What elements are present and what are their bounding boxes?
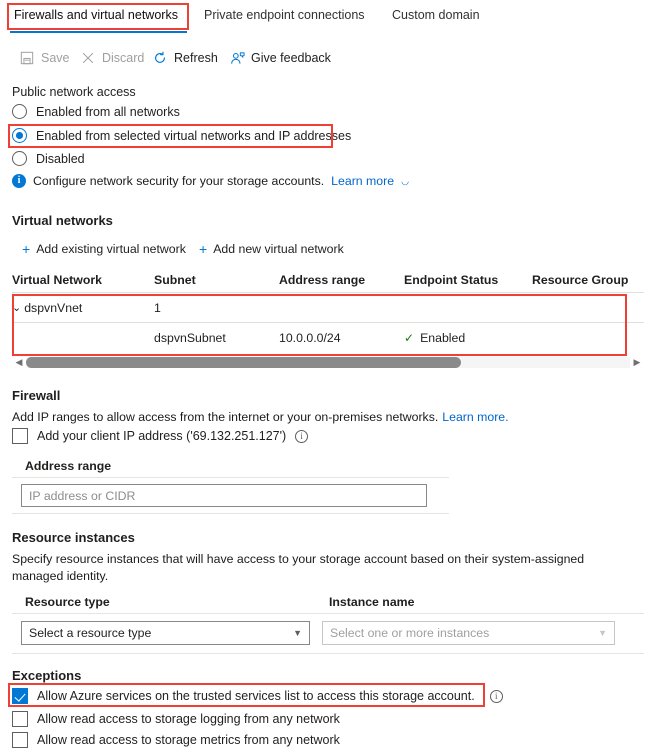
resource-instances-divider-bottom: [12, 653, 644, 654]
info-outline-icon[interactable]: i: [295, 429, 309, 443]
radio-label-selected-networks: Enabled from selected virtual networks a…: [36, 128, 352, 143]
cell-address-range: 10.0.0.0/24: [279, 330, 341, 345]
save-label: Save: [41, 51, 70, 65]
radio-label-all-networks: Enabled from all networks: [36, 104, 180, 119]
exception-allow-azure-services-row[interactable]: Allow Azure services on the trusted serv…: [12, 688, 503, 704]
add-new-virtual-network-button[interactable]: + Add new virtual network: [199, 242, 344, 256]
allow-azure-services-label: Allow Azure services on the trusted serv…: [37, 689, 475, 703]
instance-name-label: Instance name: [329, 595, 415, 609]
resource-type-label: Resource type: [25, 595, 110, 609]
give-feedback-label: Give feedback: [251, 51, 331, 65]
allow-azure-services-checkbox[interactable]: [12, 688, 28, 704]
add-existing-virtual-network-button[interactable]: + Add existing virtual network: [22, 242, 186, 256]
radio-enabled-from-all-networks[interactable]: Enabled from all networks: [12, 104, 180, 119]
resource-instances-title: Resource instances: [12, 530, 135, 545]
network-security-info-banner: i Configure network security for your st…: [12, 174, 409, 188]
give-feedback-button[interactable]: Give feedback: [229, 45, 331, 71]
resource-instances-description: Specify resource instances that will hav…: [12, 552, 585, 583]
exception-allow-logging-read-row[interactable]: Allow read access to storage logging fro…: [12, 711, 340, 727]
cell-virtual-network: dspvnVnet: [24, 300, 83, 315]
allow-logging-read-label: Allow read access to storage logging fro…: [37, 712, 340, 726]
refresh-icon: [152, 50, 168, 66]
column-header-address-range: Address range: [279, 273, 366, 287]
table-row[interactable]: ⌄ dspvnVnet 1: [12, 293, 644, 322]
resource-instances-divider-top: [12, 613, 644, 614]
chevron-down-icon: ▼: [293, 628, 302, 638]
chevron-down-icon: ▼: [598, 628, 607, 638]
refresh-button[interactable]: Refresh: [152, 45, 218, 71]
virtual-networks-title: Virtual networks: [12, 213, 113, 228]
add-new-virtual-network-label: Add new virtual network: [213, 242, 344, 256]
firewall-description: Add IP ranges to allow access from the i…: [12, 410, 509, 424]
scroll-right-arrow-icon[interactable]: ▶: [630, 357, 644, 368]
radio-circle-selected-networks[interactable]: [12, 128, 27, 143]
exception-allow-metrics-read-row[interactable]: Allow read access to storage metrics fro…: [12, 732, 340, 748]
allow-metrics-read-label: Allow read access to storage metrics fro…: [37, 733, 340, 747]
command-bar: Save Discard Refresh Give feedback: [0, 45, 656, 73]
firewalls-and-virtual-networks-page: Firewalls and virtual networks Private e…: [0, 0, 656, 753]
save-icon: [19, 50, 35, 66]
table-row[interactable]: dspvnSubnet 10.0.0.0/24 ✓ Enabled: [12, 322, 644, 352]
cell-subnet-count: 1: [154, 300, 161, 315]
tab-bar: Firewalls and virtual networks Private e…: [0, 0, 656, 33]
close-icon: [80, 50, 96, 66]
tab-custom-domain[interactable]: Custom domain: [388, 6, 484, 24]
add-client-ip-checkbox-row[interactable]: Add your client IP address ('69.132.251.…: [12, 428, 309, 444]
radio-circle-disabled[interactable]: [12, 151, 27, 166]
firewall-description-text: Add IP ranges to allow access from the i…: [12, 410, 439, 424]
plus-icon: +: [22, 241, 31, 257]
add-client-ip-checkbox[interactable]: [12, 428, 28, 444]
resource-type-value: Select a resource type: [29, 626, 152, 640]
resource-type-dropdown[interactable]: Select a resource type ▼: [21, 621, 310, 645]
info-circle-icon: i: [12, 174, 26, 188]
add-client-ip-label: Add your client IP address ('69.132.251.…: [37, 429, 287, 443]
allow-metrics-read-checkbox[interactable]: [12, 732, 28, 748]
exceptions-title: Exceptions: [12, 668, 82, 683]
discard-label: Discard: [102, 51, 145, 65]
plus-icon: +: [199, 241, 208, 257]
network-security-learn-more-link[interactable]: Learn more: [331, 174, 394, 188]
chevron-down-icon[interactable]: ⌄: [12, 301, 21, 314]
tab-firewalls-and-virtual-networks[interactable]: Firewalls and virtual networks: [10, 6, 182, 24]
tab-private-endpoint-connections[interactable]: Private endpoint connections: [200, 6, 369, 24]
scrollbar-track[interactable]: [26, 356, 630, 368]
firewall-learn-more-link[interactable]: Learn more.: [442, 410, 508, 424]
scrollbar-thumb[interactable]: [26, 356, 461, 368]
cell-endpoint-status: Enabled: [420, 330, 466, 345]
public-network-access-title: Public network access: [12, 85, 136, 99]
info-outline-icon[interactable]: i: [489, 689, 503, 703]
radio-disabled[interactable]: Disabled: [12, 151, 85, 166]
cell-subnet: dspvnSubnet: [154, 330, 226, 345]
column-header-resource-group: Resource Group: [532, 273, 629, 287]
network-security-info-text: Configure network security for your stor…: [33, 174, 325, 188]
active-tab-underline: [10, 31, 187, 33]
address-range-input[interactable]: [21, 484, 427, 507]
firewall-title: Firewall: [12, 388, 61, 403]
instance-name-dropdown[interactable]: Select one or more instances ▼: [322, 621, 615, 645]
scroll-left-arrow-icon[interactable]: ◀: [12, 357, 26, 368]
address-range-label: Address range: [25, 459, 112, 473]
checkmark-icon: ✓: [404, 330, 415, 345]
address-range-divider-top: [12, 477, 449, 478]
refresh-label: Refresh: [174, 51, 218, 65]
radio-circle-all-networks[interactable]: [12, 104, 27, 119]
column-header-endpoint-status: Endpoint Status: [404, 273, 499, 287]
save-button[interactable]: Save: [19, 45, 70, 71]
table-horizontal-scrollbar[interactable]: ◀ ▶: [12, 355, 644, 369]
add-existing-virtual-network-label: Add existing virtual network: [36, 242, 186, 256]
radio-label-disabled: Disabled: [36, 151, 85, 166]
virtual-networks-table: Virtual Network Subnet Address range End…: [12, 268, 644, 352]
address-range-divider-bottom: [12, 513, 449, 514]
discard-button[interactable]: Discard: [80, 45, 144, 71]
column-header-subnet: Subnet: [154, 273, 196, 287]
feedback-person-icon: [229, 50, 245, 66]
radio-enabled-from-selected-networks[interactable]: Enabled from selected virtual networks a…: [12, 128, 351, 143]
external-link-icon: ◡: [401, 175, 409, 186]
instance-name-value: Select one or more instances: [330, 626, 490, 640]
allow-logging-read-checkbox[interactable]: [12, 711, 28, 727]
column-header-virtual-network: Virtual Network: [12, 273, 102, 287]
table-header-row: Virtual Network Subnet Address range End…: [12, 268, 644, 293]
